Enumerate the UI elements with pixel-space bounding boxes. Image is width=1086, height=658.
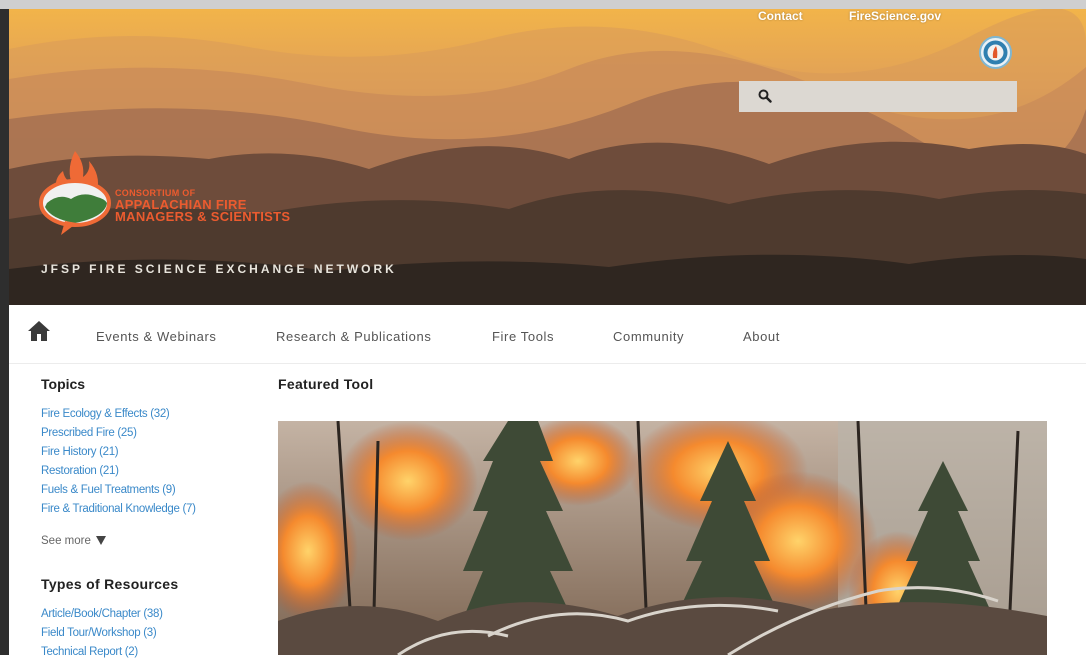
featured-tool-image[interactable] bbox=[278, 421, 1047, 655]
network-tagline: JFSP FIRE SCIENCE EXCHANGE NETWORK bbox=[41, 262, 397, 276]
topic-link[interactable]: Fire Ecology & Effects (32) bbox=[41, 408, 170, 420]
nav-community[interactable]: Community bbox=[613, 329, 684, 344]
search-input[interactable] bbox=[739, 81, 1017, 112]
consortium-logo-icon[interactable] bbox=[37, 141, 117, 241]
window-left-edge bbox=[0, 9, 9, 655]
topic-link[interactable]: Fire History (21) bbox=[41, 446, 119, 458]
resource-type-link[interactable]: Field Tour/Workshop (3) bbox=[41, 627, 157, 639]
resource-type-link[interactable]: Technical Report (2) bbox=[41, 646, 138, 658]
types-of-resources-heading: Types of Resources bbox=[41, 576, 179, 592]
search-icon[interactable] bbox=[758, 89, 772, 103]
firescience-gov-link[interactable]: FireScience.gov bbox=[849, 9, 941, 23]
seal-icon[interactable] bbox=[979, 36, 1012, 69]
nav-research-publications[interactable]: Research & Publications bbox=[276, 329, 431, 344]
contact-link[interactable]: Contact bbox=[758, 9, 803, 23]
home-icon[interactable] bbox=[27, 320, 51, 342]
forest-fire-photo bbox=[278, 421, 1047, 655]
topics-heading: Topics bbox=[41, 376, 86, 392]
see-more-label: See more bbox=[41, 535, 91, 547]
logo-line-3: MANAGERS & SCIENTISTS bbox=[115, 209, 291, 224]
nav-events-webinars[interactable]: Events & Webinars bbox=[96, 329, 217, 344]
nav-fire-tools[interactable]: Fire Tools bbox=[492, 329, 554, 344]
topic-link[interactable]: Fire & Traditional Knowledge (7) bbox=[41, 503, 196, 515]
window-top-strip bbox=[0, 0, 1086, 9]
resource-type-link[interactable]: Article/Book/Chapter (38) bbox=[41, 608, 163, 620]
topic-link[interactable]: Prescribed Fire (25) bbox=[41, 427, 137, 439]
topic-link[interactable]: Restoration (21) bbox=[41, 465, 119, 477]
mountain-landscape-image bbox=[9, 9, 1086, 305]
featured-tool-heading: Featured Tool bbox=[278, 376, 374, 392]
logo-text: CONSORTIUM OF APPALACHIAN FIRE MANAGERS … bbox=[115, 187, 290, 223]
main-nav: Events & Webinars Research & Publication… bbox=[9, 305, 1086, 364]
seal-graphic bbox=[983, 40, 1008, 65]
nav-about[interactable]: About bbox=[743, 329, 780, 344]
see-more-button[interactable]: See more bbox=[41, 535, 107, 547]
header-banner: Contact FireScience.gov CONSORTIUM OF AP… bbox=[9, 9, 1086, 305]
chevron-down-icon bbox=[96, 536, 107, 546]
topic-link[interactable]: Fuels & Fuel Treatments (9) bbox=[41, 484, 176, 496]
